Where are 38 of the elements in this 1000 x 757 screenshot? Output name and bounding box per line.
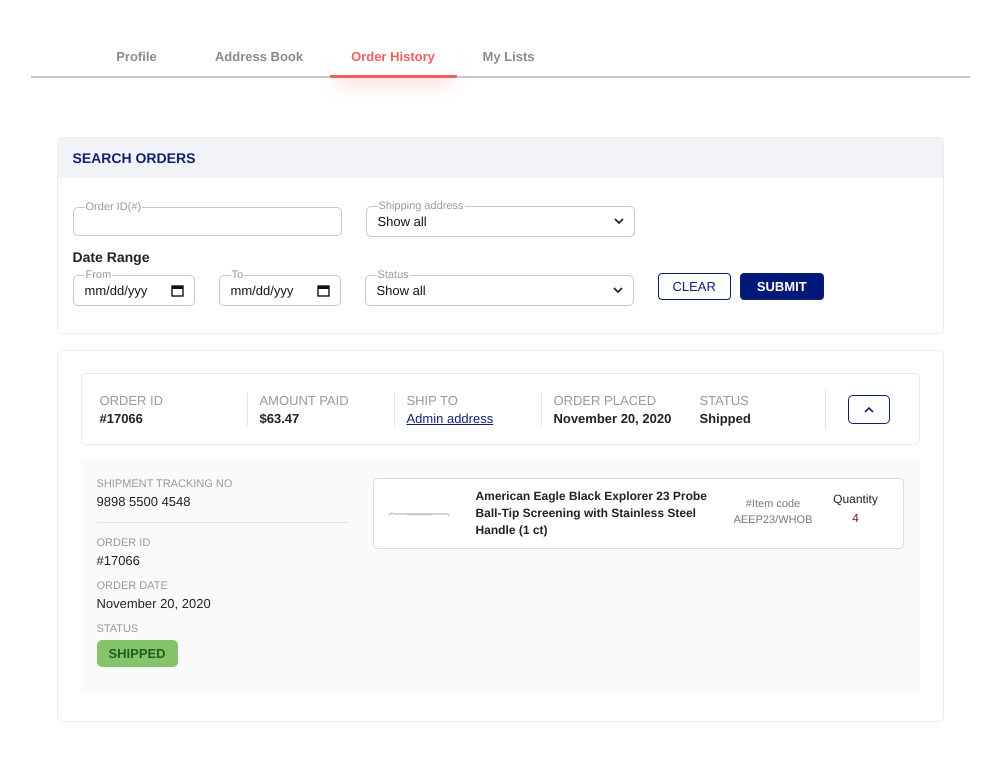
item-name: American Eagle Black Explorer 23 Probe Ball-Tip Screening with Stainless Steel Handle (1 ct)	[476, 488, 708, 539]
summary-label: STATUS	[700, 392, 750, 408]
status-badge: SHIPPED	[96, 640, 178, 667]
clear-button[interactable]: CLEAR	[658, 272, 731, 300]
chevron-up-icon	[864, 406, 874, 412]
summary-label: ORDER ID	[100, 392, 164, 408]
date-range-heading: Date Range	[72, 249, 151, 265]
summary-value: #17066	[100, 410, 144, 426]
item-code: AEEP23/WHOB	[734, 514, 812, 526]
quantity-label: Quantity	[833, 492, 878, 506]
submit-button[interactable]: SUBMIT	[740, 272, 824, 300]
summary-value: November 20, 2020	[554, 410, 672, 426]
detail-label: ORDER DATE	[96, 580, 169, 592]
search-title: SEARCH ORDERS	[58, 138, 942, 178]
detail-value: November 20, 2020	[96, 596, 212, 611]
from-date-field[interactable]: From mm/dd/yyy	[72, 270, 194, 306]
detail-label: ORDER ID	[96, 537, 152, 549]
calendar-icon[interactable]	[170, 284, 184, 296]
status-select[interactable]: Status Show all	[364, 270, 634, 306]
detail-value: 9898 5500 4548	[96, 494, 192, 509]
detail-label: SHIPMENT TRACKING NO	[96, 478, 234, 490]
ship-to-link[interactable]: Admin address	[406, 410, 540, 426]
calendar-icon[interactable]	[316, 284, 330, 296]
summary-label: ORDER PLACED	[554, 392, 658, 408]
detail-value: #17066	[96, 553, 141, 568]
summary-label: SHIP TO	[406, 392, 459, 408]
chevron-down-icon	[612, 286, 622, 294]
summary-value: Shipped	[700, 410, 752, 426]
summary-value: $63.47	[260, 410, 300, 426]
quantity-value: 4	[852, 511, 859, 525]
to-date-field[interactable]: To mm/dd/yyy	[218, 270, 340, 306]
probe-tool-icon	[388, 510, 450, 518]
collapse-button[interactable]	[848, 394, 890, 424]
item-code-label: #Item code	[746, 498, 800, 510]
shipping-address-select[interactable]: Shipping address Show all	[366, 201, 634, 237]
detail-label: STATUS	[96, 623, 140, 635]
chevron-down-icon	[614, 218, 624, 224]
summary-label: AMOUNT PAID	[260, 392, 350, 408]
